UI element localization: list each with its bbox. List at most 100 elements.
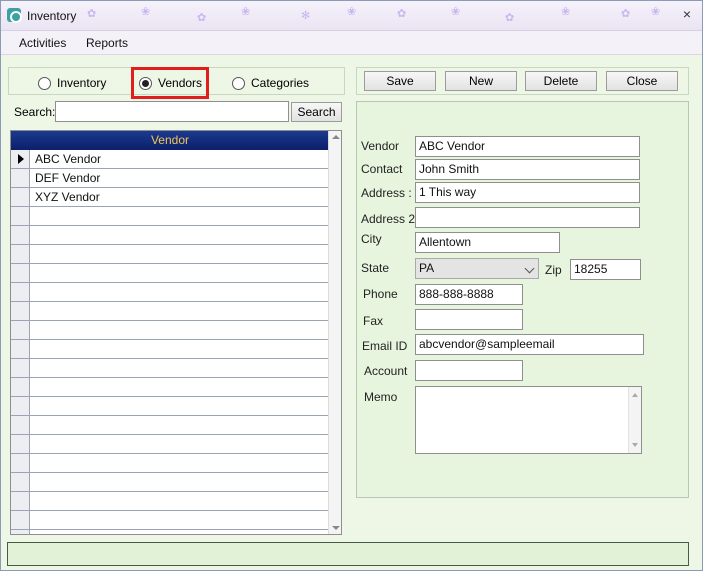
row-header <box>11 378 30 396</box>
contact-field[interactable]: John Smith <box>415 159 640 180</box>
empty-row <box>11 207 329 226</box>
vendor-cell[interactable]: XYZ Vendor <box>35 190 100 204</box>
row-header <box>11 207 30 225</box>
row-header <box>11 454 30 472</box>
vendor-label: Vendor <box>361 139 400 153</box>
state-select[interactable]: PA <box>415 258 539 279</box>
row-header[interactable] <box>11 169 30 187</box>
menu-bar: Activities Reports <box>1 31 702 55</box>
phone-field[interactable]: 888-888-8888 <box>415 284 523 305</box>
fax-field[interactable] <box>415 309 523 330</box>
grid-column-header-vendor[interactable]: Vendor <box>11 131 329 150</box>
empty-row <box>11 283 329 302</box>
grid-scrollbar[interactable] <box>328 131 341 534</box>
window-title: Inventory <box>27 9 77 23</box>
memo-label: Memo <box>364 390 398 404</box>
radio-inventory-label: Inventory <box>57 76 107 90</box>
menu-activities[interactable]: Activities <box>19 36 66 50</box>
empty-row <box>11 530 329 534</box>
contact-label: Contact <box>361 162 403 176</box>
scroll-down-icon[interactable] <box>332 526 340 530</box>
search-button[interactable]: Search <box>291 102 342 122</box>
inventory-window: Inventory ✿ ❀ ✿ ❀ ✻ ❀ ✿ ❀ ✿ ❀ ✿ ❀ × Acti… <box>0 0 703 571</box>
address2-label: Address 2 <box>361 212 416 226</box>
flower-decoration-icon: ❀ <box>347 6 357 18</box>
close-button[interactable]: Close <box>606 71 678 91</box>
radio-categories-label: Categories <box>251 76 310 90</box>
grid-column-header-label: Vendor <box>150 133 190 147</box>
empty-row <box>11 321 329 340</box>
vendor-cell[interactable]: DEF Vendor <box>35 171 100 185</box>
search-label: Search: <box>14 105 56 119</box>
row-header <box>11 264 30 282</box>
row-header <box>11 283 30 301</box>
scroll-up-icon[interactable] <box>332 135 340 139</box>
highlight-box <box>131 67 209 99</box>
flower-decoration-icon: ❀ <box>561 6 571 18</box>
row-header <box>11 226 30 244</box>
flower-decoration-icon: ❀ <box>141 6 151 18</box>
flower-decoration-icon: ❀ <box>241 6 251 18</box>
view-selector: Inventory Vendors Categories <box>8 67 345 99</box>
search-input[interactable] <box>55 101 289 122</box>
close-icon[interactable]: × <box>680 7 694 21</box>
email-label: Email ID <box>362 339 408 353</box>
flower-decoration-icon: ✻ <box>301 10 311 22</box>
butterfly-decoration-icon: ✿ <box>505 12 515 24</box>
empty-row <box>11 454 329 473</box>
vendor-form: Vendor ABC Vendor Contact John Smith Add… <box>356 101 689 498</box>
city-field[interactable]: Allentown <box>415 232 560 253</box>
row-header <box>11 416 30 434</box>
table-row[interactable]: XYZ Vendor <box>11 188 329 207</box>
butterfly-decoration-icon: ✿ <box>87 8 97 20</box>
row-header <box>11 340 30 358</box>
row-header[interactable] <box>11 188 30 206</box>
account-field[interactable] <box>415 360 523 381</box>
row-header <box>11 397 30 415</box>
empty-row <box>11 245 329 264</box>
flower-decoration-icon: ❀ <box>451 6 461 18</box>
vendor-field[interactable]: ABC Vendor <box>415 136 640 157</box>
address2-field[interactable] <box>415 207 640 228</box>
email-field[interactable]: abcvendor@sampleemail <box>415 334 644 355</box>
new-button[interactable]: New <box>445 71 517 91</box>
row-header <box>11 321 30 339</box>
row-header <box>11 302 30 320</box>
menu-reports[interactable]: Reports <box>86 36 128 50</box>
empty-row <box>11 359 329 378</box>
flower-decoration-icon: ❀ <box>651 6 661 18</box>
address-field[interactable]: 1 This way <box>415 182 640 203</box>
radio-categories[interactable]: Categories <box>232 75 309 91</box>
memo-field[interactable] <box>415 386 642 454</box>
title-bar: Inventory ✿ ❀ ✿ ❀ ✻ ❀ ✿ ❀ ✿ ❀ ✿ ❀ × <box>1 1 702 31</box>
chevron-down-icon[interactable] <box>524 263 535 274</box>
save-button[interactable]: Save <box>364 71 436 91</box>
empty-row <box>11 340 329 359</box>
memo-scrollbar[interactable] <box>628 387 641 453</box>
fax-label: Fax <box>363 314 384 328</box>
empty-row <box>11 435 329 454</box>
row-header <box>11 511 30 529</box>
table-row[interactable]: ABC Vendor <box>11 150 329 169</box>
scroll-down-icon[interactable] <box>632 443 638 447</box>
city-label: City <box>361 232 382 246</box>
delete-button[interactable]: Delete <box>525 71 597 91</box>
row-header <box>11 245 30 263</box>
toolbar: Save New Delete Close <box>356 67 689 95</box>
address-label: Address : <box>361 186 412 200</box>
radio-inventory[interactable]: Inventory <box>38 75 106 91</box>
row-header <box>11 435 30 453</box>
butterfly-decoration-icon: ✿ <box>397 8 407 20</box>
empty-row <box>11 473 329 492</box>
radio-categories-dot[interactable] <box>232 76 245 90</box>
row-header[interactable] <box>11 150 30 168</box>
scroll-up-icon[interactable] <box>632 393 638 397</box>
status-bar <box>7 542 689 566</box>
empty-row <box>11 397 329 416</box>
row-header <box>11 359 30 377</box>
table-row[interactable]: DEF Vendor <box>11 169 329 188</box>
vendor-cell[interactable]: ABC Vendor <box>35 152 101 166</box>
grid-rows: ABC Vendor DEF Vendor XYZ Vendor <box>11 150 329 534</box>
radio-inventory-dot[interactable] <box>38 76 51 90</box>
zip-field[interactable]: 18255 <box>570 259 641 280</box>
